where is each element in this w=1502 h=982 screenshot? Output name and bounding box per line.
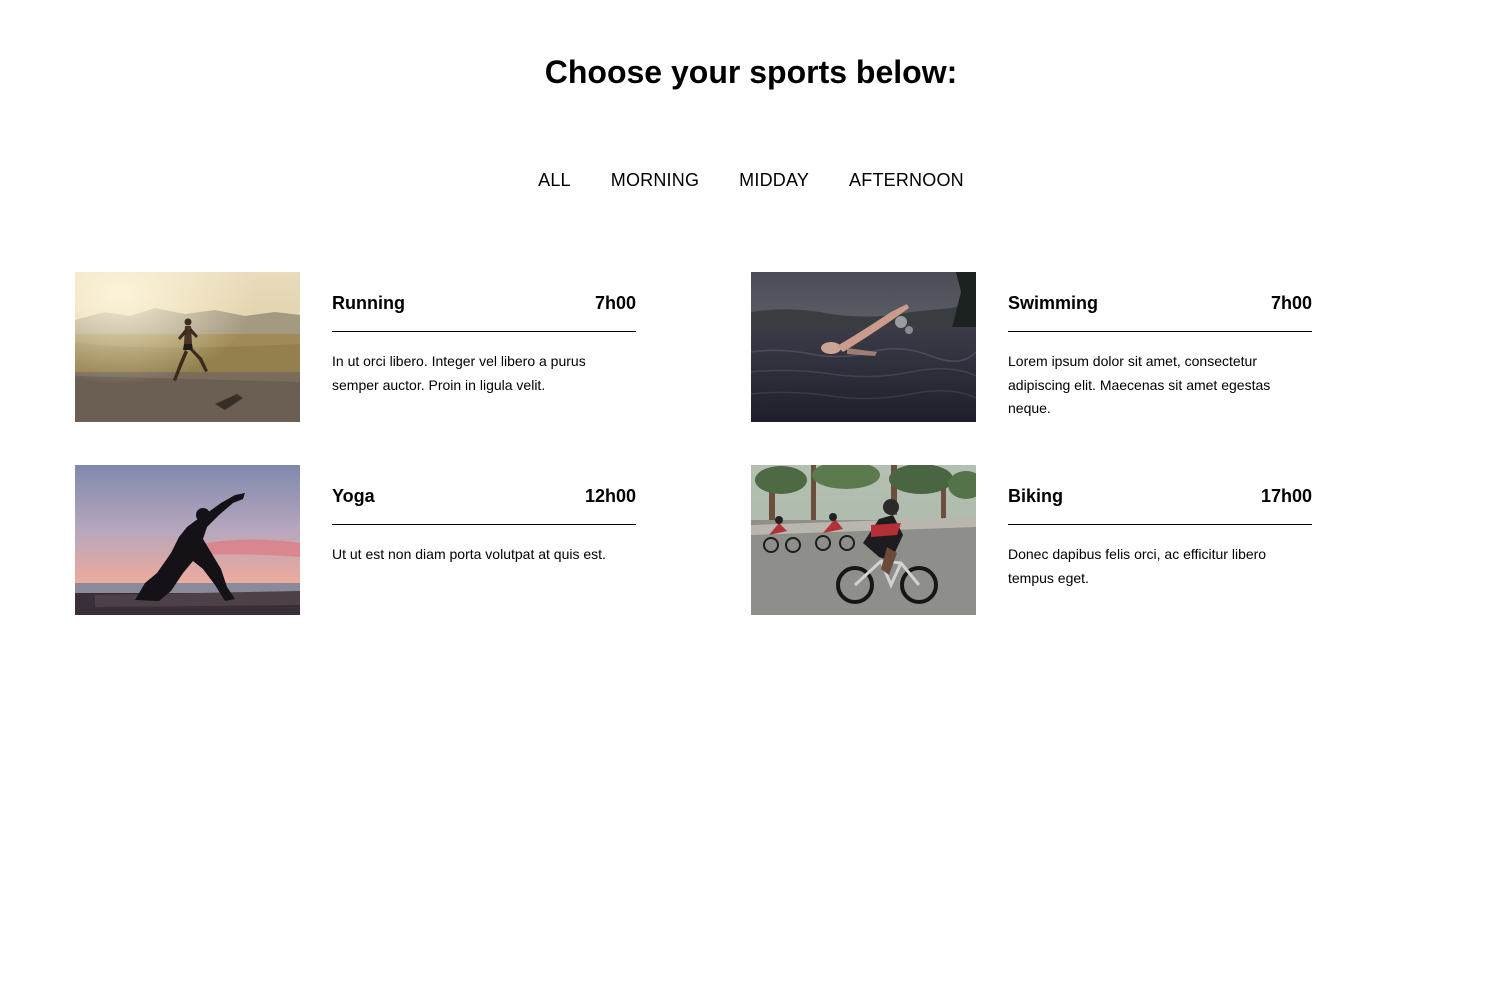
activity-name: Swimming [1008, 293, 1099, 313]
activity-description: Ut ut est non diam porta volutpat at qui… [332, 546, 606, 562]
activity-details: Running 7h00 In ut orci libero. Integer … [332, 272, 636, 397]
filter-afternoon-button[interactable]: AFTERNOON [849, 168, 964, 192]
activity-card-swimming: Swimming 7h00 Lorem ipsum dolor sit amet… [751, 272, 1313, 422]
filter-morning-button[interactable]: MORNING [611, 168, 699, 192]
activity-header: Yoga 12h00 [332, 465, 636, 525]
activity-header: Biking 17h00 [1008, 465, 1312, 525]
activity-time: 12h00 [584, 486, 636, 506]
page: Choose your sports below: ALL MORNING MI… [0, 0, 1502, 982]
filter-bar: ALL MORNING MIDDAY AFTERNOON [0, 168, 1502, 192]
filter-all-button[interactable]: ALL [538, 168, 571, 192]
activity-time: 7h00 [1270, 293, 1312, 313]
activity-description: Lorem ipsum dolor sit amet, consectetur … [1008, 353, 1271, 416]
activity-card-running: Running 7h00 In ut orci libero. Integer … [75, 272, 637, 422]
filter-midday-button[interactable]: MIDDAY [739, 168, 809, 192]
activity-header: Swimming 7h00 [1008, 272, 1312, 332]
activity-time: 7h00 [594, 293, 636, 313]
activity-details: Yoga 12h00 Ut ut est non diam porta volu… [332, 465, 636, 567]
activity-header: Running 7h00 [332, 272, 636, 332]
activity-card-yoga: Yoga 12h00 Ut ut est non diam porta volu… [75, 465, 637, 615]
page-title: Choose your sports below: [544, 54, 958, 90]
activity-card-biking: Biking 17h00 Donec dapibus felis orci, a… [751, 465, 1313, 615]
running-photo [75, 272, 300, 422]
activity-description: Donec dapibus felis orci, ac efficitur l… [1008, 546, 1267, 586]
activity-details: Biking 17h00 Donec dapibus felis orci, a… [1008, 465, 1312, 590]
activity-details: Swimming 7h00 Lorem ipsum dolor sit amet… [1008, 272, 1312, 421]
swimming-photo [751, 272, 976, 422]
activity-name: Yoga [332, 486, 375, 506]
yoga-photo [75, 465, 300, 615]
activity-time: 17h00 [1260, 486, 1312, 506]
activity-name: Running [332, 293, 405, 313]
activity-name: Biking [1008, 486, 1064, 506]
activity-description: In ut orci libero. Integer vel libero a … [332, 353, 586, 393]
biking-photo [751, 465, 976, 615]
